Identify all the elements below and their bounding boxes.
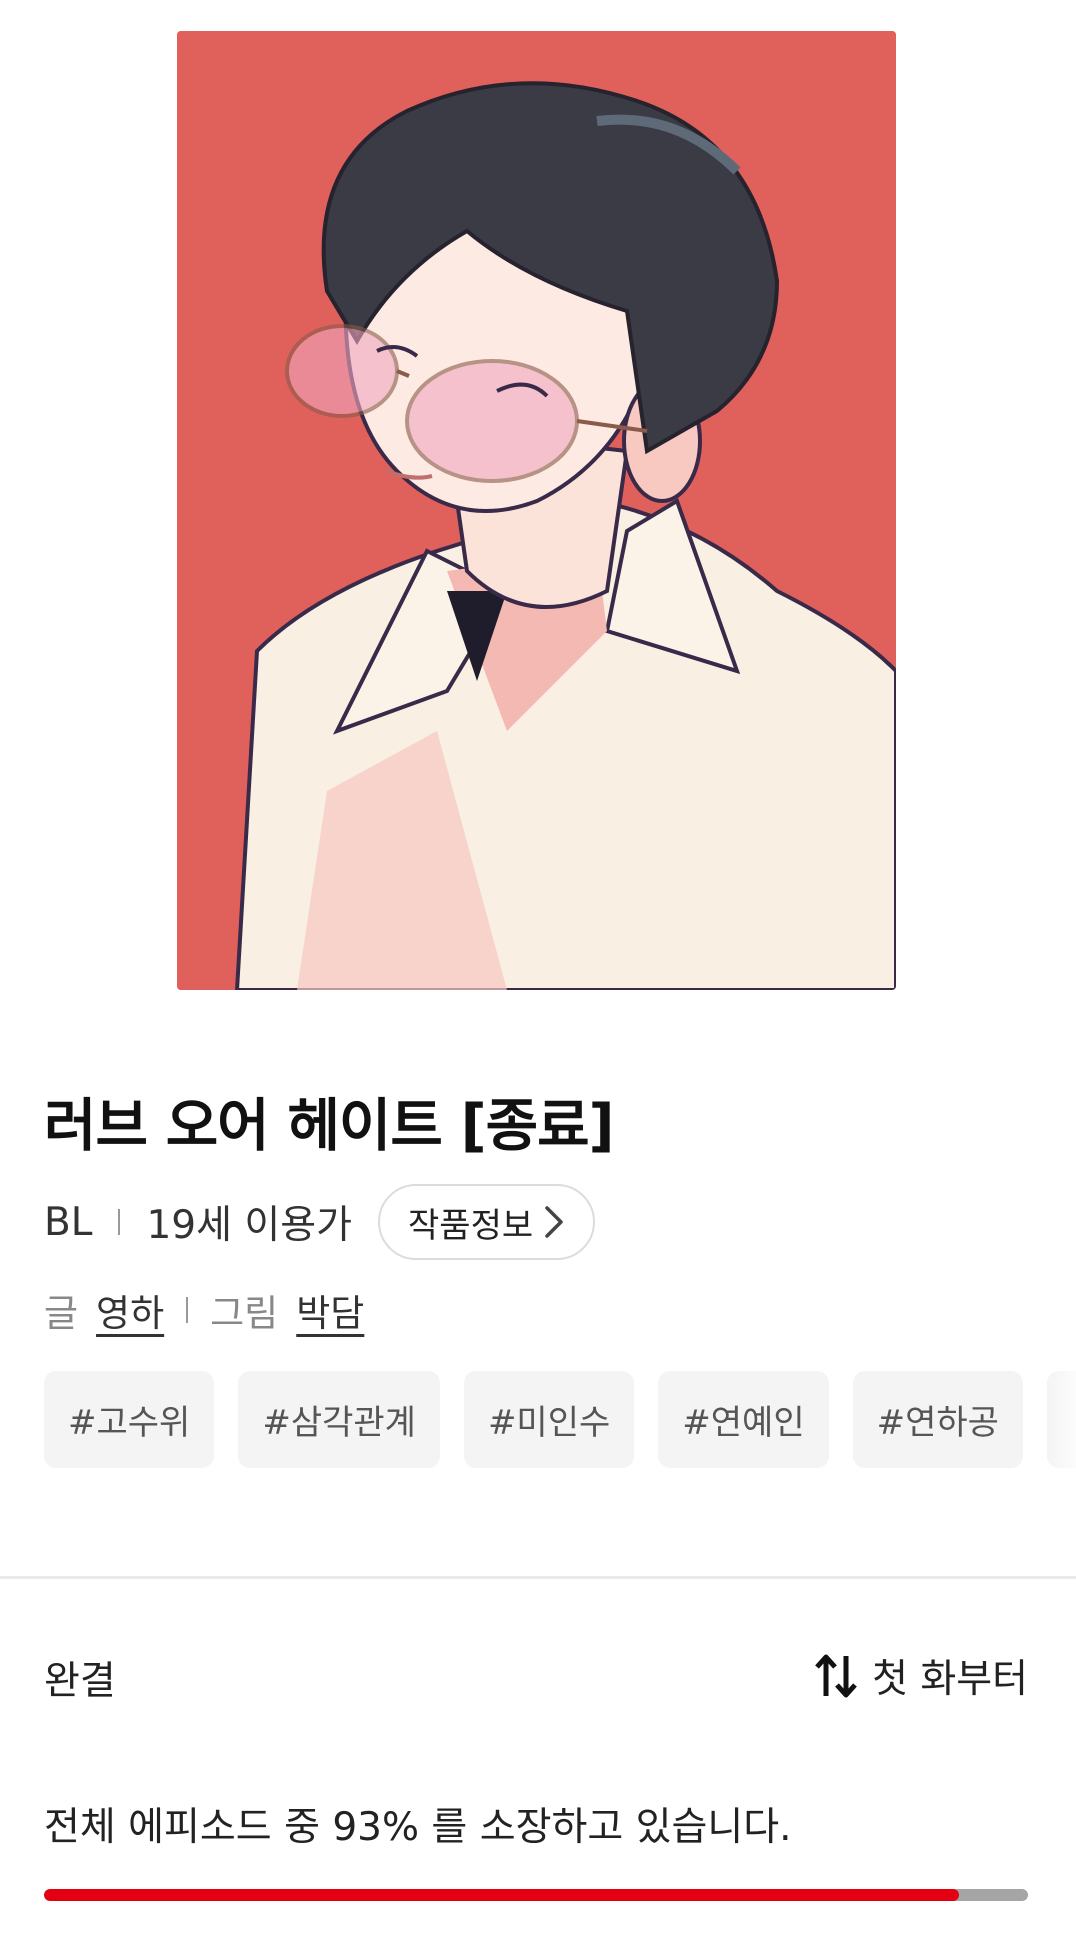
tag-chip[interactable]: #삼각관계 — [238, 1371, 440, 1468]
sort-label: 첫 화부터 — [872, 1657, 1028, 1702]
work-info-label: 작품정보 — [408, 1205, 534, 1246]
owned-progress-bar — [44, 1889, 1028, 1901]
writer-link[interactable]: 영하 — [96, 1283, 164, 1337]
sort-button[interactable]: 첫 화부터 — [814, 1648, 1028, 1704]
tag-chip[interactable]: #연하공 — [852, 1371, 1023, 1468]
tag-chip-overflow — [1046, 1371, 1076, 1468]
work-detail-page: 러브 오어 헤이트 [종료] BL 19세 이용가 작품정보 글 영하 그림 박… — [0, 0, 1076, 1947]
owned-episodes-text: 전체 에피소드 중 93% 를 소장하고 있습니다. — [44, 1805, 792, 1850]
artist-label: 그림 — [210, 1292, 279, 1335]
credits-row: 글 영하 그림 박담 — [44, 1285, 364, 1335]
work-info-button[interactable]: 작품정보 — [378, 1184, 596, 1260]
credits-divider — [186, 1297, 189, 1323]
writer-label: 글 — [44, 1292, 79, 1335]
age-rating-label: 19세 이용가 — [146, 1203, 353, 1248]
meta-divider — [118, 1209, 121, 1235]
tag-chip[interactable]: #연예인 — [658, 1371, 829, 1468]
cover-illustration — [177, 31, 896, 990]
work-title: 러브 오어 헤이트 [종료] — [44, 1093, 615, 1159]
genre-label: BL — [44, 1199, 93, 1245]
sort-icon — [814, 1652, 858, 1700]
owned-progress-fill — [44, 1889, 960, 1901]
meta-row: BL 19세 이용가 작품정보 — [44, 1184, 596, 1260]
tag-list: #고수위 #삼각관계 #미인수 #연예인 #연하공 — [44, 1371, 1076, 1468]
section-divider — [0, 1576, 1076, 1579]
chevron-right-icon — [543, 1205, 565, 1239]
completion-status: 완결 — [44, 1659, 116, 1704]
artist-link[interactable]: 박담 — [296, 1283, 364, 1337]
tag-chip[interactable]: #미인수 — [463, 1371, 635, 1468]
cover-image — [177, 31, 896, 990]
tag-chip[interactable]: #고수위 — [44, 1371, 215, 1468]
